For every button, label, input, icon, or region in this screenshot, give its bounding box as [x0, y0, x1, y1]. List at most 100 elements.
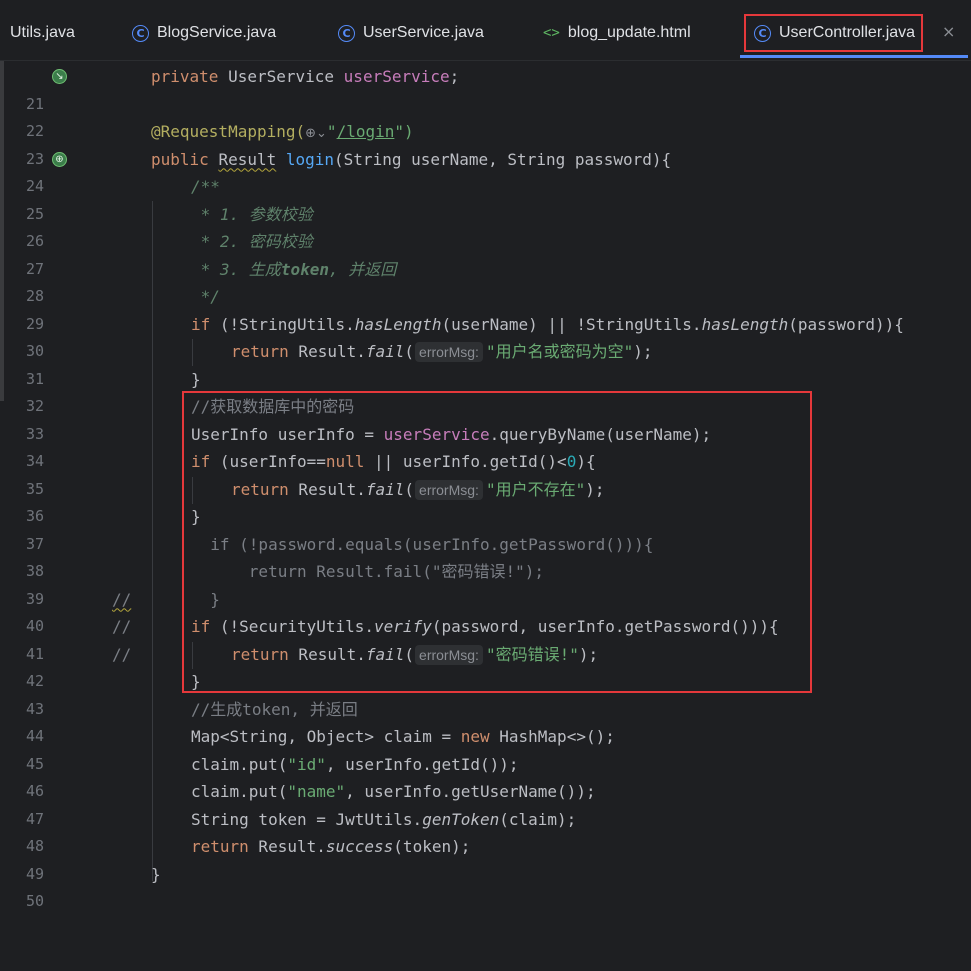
- code-line: 27 * 2. 密码校验: [0, 228, 971, 278]
- class-icon: C: [132, 24, 149, 42]
- line-number: 50: [25, 892, 44, 910]
- code-line: 23 @RequestMapping(⊕⌄"/login"): [0, 118, 971, 168]
- string-literal: "name": [287, 782, 346, 801]
- code-token: ;: [449, 67, 460, 86]
- class-icon: C: [338, 24, 355, 42]
- code-line: 26 * 1. 参数校验: [0, 201, 971, 251]
- code-token: Result.: [288, 479, 366, 499]
- code-token: (claim);: [499, 809, 577, 829]
- code-token: (password, userInfo.getPassword())){: [431, 617, 779, 636]
- code-token: }: [191, 369, 201, 389]
- code-token: Result.: [288, 342, 366, 361]
- parameter-hint: errorMsg:: [415, 479, 483, 500]
- code-line: 44 //生成token, 并返回: [0, 696, 971, 746]
- code-token: (token);: [393, 837, 471, 856]
- type-name: Result: [218, 149, 277, 169]
- static-method: hasLength: [354, 314, 442, 334]
- keyword: private: [151, 67, 219, 86]
- code-line: 40 // }: [0, 586, 971, 664]
- code-line: 35 if (userInfo==null || userInfo.getId(…: [0, 448, 971, 498]
- class-icon: C: [754, 24, 771, 42]
- keyword: public: [151, 149, 219, 169]
- static-method: hasLength: [701, 314, 789, 334]
- parameter-hint: errorMsg:: [415, 342, 483, 362]
- code-token: }: [151, 864, 161, 884]
- code-line: 33 //获取数据库中的密码: [0, 393, 971, 443]
- tab-label: BlogService.java: [157, 24, 277, 41]
- code-token: HashMap<>();: [489, 727, 615, 746]
- code-line: 47 claim.put("name", userInfo.getUserNam…: [0, 778, 971, 828]
- doc-comment: * 3. 生成: [191, 259, 281, 279]
- code-token: Result.: [288, 644, 366, 664]
- method-name: login: [276, 149, 335, 169]
- close-tab-icon[interactable]: ×: [942, 22, 955, 41]
- code-token: (password)){: [788, 314, 904, 334]
- code-token: (!SecurityUtils.: [210, 617, 375, 636]
- web-endpoint-gutter-icon[interactable]: ⊕: [52, 151, 67, 167]
- code-line: 38 // if (!password.equals(userInfo.getP…: [0, 531, 971, 609]
- keyword: new: [460, 727, 490, 746]
- doc-comment: * 2. 密码校验: [191, 232, 313, 251]
- keyword: if: [191, 314, 211, 334]
- tab-utils-java[interactable]: Utils.java: [10, 14, 75, 52]
- code-line: 37 }: [0, 503, 971, 553]
- field-name: userService: [343, 67, 450, 86]
- annotation: @RequestMapping(: [151, 122, 306, 141]
- url-string[interactable]: /login: [337, 122, 395, 141]
- code-token: (: [404, 479, 415, 499]
- html-icon: <>: [543, 25, 560, 41]
- static-method: fail: [365, 342, 405, 361]
- code-token: ){: [576, 452, 596, 471]
- code-line: 41 if (!SecurityUtils.verify(password, u…: [0, 613, 971, 663]
- tab-blogservice-java[interactable]: C BlogService.java: [132, 14, 276, 52]
- code-line: 31 return Result.fail(errorMsg: "用户名或密码为空…: [0, 338, 971, 388]
- code-token: (!StringUtils.: [210, 314, 355, 334]
- keyword: return: [231, 479, 289, 499]
- tab-usercontroller-java[interactable]: C UserController.java: [744, 14, 924, 52]
- globe-icon[interactable]: ⊕⌄: [305, 120, 327, 148]
- tab-label: Utils.java: [10, 24, 75, 41]
- code-token: (: [404, 644, 415, 664]
- doc-comment: * 1. 参数校验: [191, 204, 313, 224]
- code-token: UserInfo userInfo =: [191, 424, 384, 444]
- line-comment: //获取数据库中的密码: [191, 397, 355, 416]
- code-token: Result.: [248, 837, 326, 856]
- field-name: userService: [383, 424, 490, 444]
- static-method: genToken: [422, 809, 500, 829]
- commented-code: }: [191, 589, 220, 609]
- code-token: claim.put(: [191, 782, 288, 801]
- code-token: );: [585, 479, 605, 499]
- code-line: 25 /**: [0, 173, 971, 223]
- code-line: 30 if (!StringUtils.hasLength(userName) …: [0, 311, 971, 361]
- code-line: 42 return Result.fail(errorMsg: "密码错误!");: [0, 641, 971, 690]
- code-token: (: [404, 342, 415, 361]
- code-line: 49 return Result.success(token);: [0, 833, 971, 883]
- code-token: , userInfo.getId());: [325, 754, 519, 774]
- code-line: 39 // return Result.fail("密码错误!");: [0, 558, 971, 636]
- code-editor[interactable]: 21 ↘ private UserService userService; 22…: [0, 61, 971, 910]
- string-literal: "用户名或密码为空": [485, 342, 634, 361]
- string-literal: "id": [287, 754, 326, 774]
- static-method: verify: [374, 617, 432, 636]
- doc-comment: /**: [191, 177, 220, 196]
- code-token: );: [578, 644, 599, 664]
- code-token: (userInfo==: [210, 452, 326, 471]
- code-token: (userName) || !StringUtils.: [441, 314, 702, 334]
- code-token: .queryByName(userName);: [489, 424, 712, 444]
- tab-label: UserService.java: [363, 24, 484, 41]
- code-line: 21 ↘ private UserService userService;: [0, 63, 971, 113]
- tab-userservice-java[interactable]: C UserService.java: [338, 14, 484, 52]
- keyword: null: [325, 452, 365, 471]
- tab-blog-update-html[interactable]: <> blog_update.html: [543, 14, 691, 52]
- doc-comment: */: [191, 287, 220, 306]
- code-line: 48 String token = JwtUtils.genToken(clai…: [0, 806, 971, 856]
- implementation-gutter-icon[interactable]: ↘: [52, 69, 67, 84]
- code-token: String token = JwtUtils.: [191, 809, 423, 829]
- tab-label: UserController.java: [779, 24, 916, 41]
- doc-comment: , 并返回: [328, 259, 397, 279]
- code-token: }: [191, 507, 201, 526]
- type-name: UserService: [218, 67, 344, 86]
- string-literal: "密码错误!": [485, 644, 579, 664]
- code-line: 29 */: [0, 283, 971, 333]
- code-line: 46 claim.put("id", userInfo.getId());: [0, 751, 971, 801]
